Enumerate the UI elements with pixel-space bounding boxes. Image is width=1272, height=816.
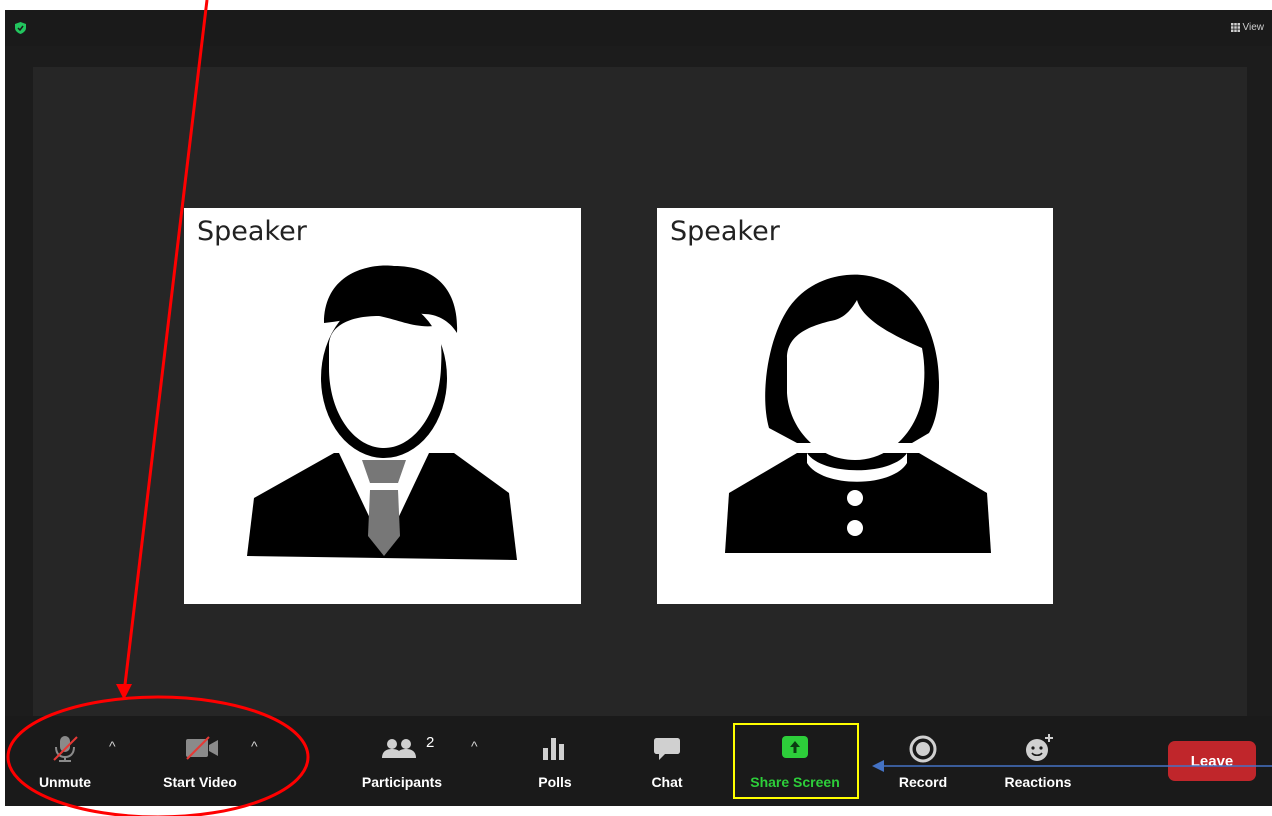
reactions-icon xyxy=(1026,734,1053,761)
leave-button[interactable]: Leave xyxy=(1168,741,1256,781)
top-bar: View xyxy=(5,10,1272,46)
video-off-icon xyxy=(186,736,218,760)
record-icon xyxy=(909,735,937,763)
participant-tile-1[interactable]: Speaker xyxy=(184,208,581,604)
unmute-button[interactable]: Unmute xyxy=(35,728,95,790)
meeting-window: View Speaker Speaker Unmute ^ Start Vide… xyxy=(5,10,1272,806)
start-video-button[interactable]: Start Video xyxy=(155,728,245,790)
record-label: Record xyxy=(898,774,948,790)
tile-2-name: Speaker xyxy=(670,216,780,247)
video-options-caret[interactable]: ^ xyxy=(251,738,258,754)
polls-button[interactable]: Polls xyxy=(525,728,585,790)
reactions-button[interactable]: Reactions xyxy=(998,728,1078,790)
audio-options-caret[interactable]: ^ xyxy=(109,738,116,754)
participant-tile-2[interactable]: Speaker xyxy=(657,208,1053,604)
shield-check-icon[interactable] xyxy=(15,22,26,34)
meeting-toolbar: Unmute ^ Start Video ^ 2 Participants ^ xyxy=(5,716,1272,806)
polls-label: Polls xyxy=(538,774,572,790)
grid-icon xyxy=(1230,23,1240,32)
view-label: View xyxy=(1242,22,1265,33)
chat-label: Chat xyxy=(651,774,683,790)
participants-options-caret[interactable]: ^ xyxy=(471,738,478,754)
participants-count: 2 xyxy=(426,734,435,751)
record-button[interactable]: Record xyxy=(893,728,953,790)
participants-label: Participants xyxy=(361,774,443,790)
tile-1-name: Speaker xyxy=(197,216,307,247)
start-video-label: Start Video xyxy=(163,774,237,790)
man-avatar-icon xyxy=(247,265,517,560)
woman-avatar-icon xyxy=(725,274,991,553)
muted-microphone-icon xyxy=(53,736,78,762)
reactions-label: Reactions xyxy=(1004,774,1072,790)
view-button[interactable]: View xyxy=(1230,22,1265,33)
unmute-label: Unmute xyxy=(38,774,92,790)
polls-icon xyxy=(543,738,564,760)
share-screen-highlight xyxy=(733,723,859,799)
chat-button[interactable]: Chat xyxy=(637,728,697,790)
participants-icon xyxy=(382,739,416,758)
chat-icon xyxy=(654,738,680,760)
participants-button[interactable]: 2 Participants xyxy=(352,728,452,790)
